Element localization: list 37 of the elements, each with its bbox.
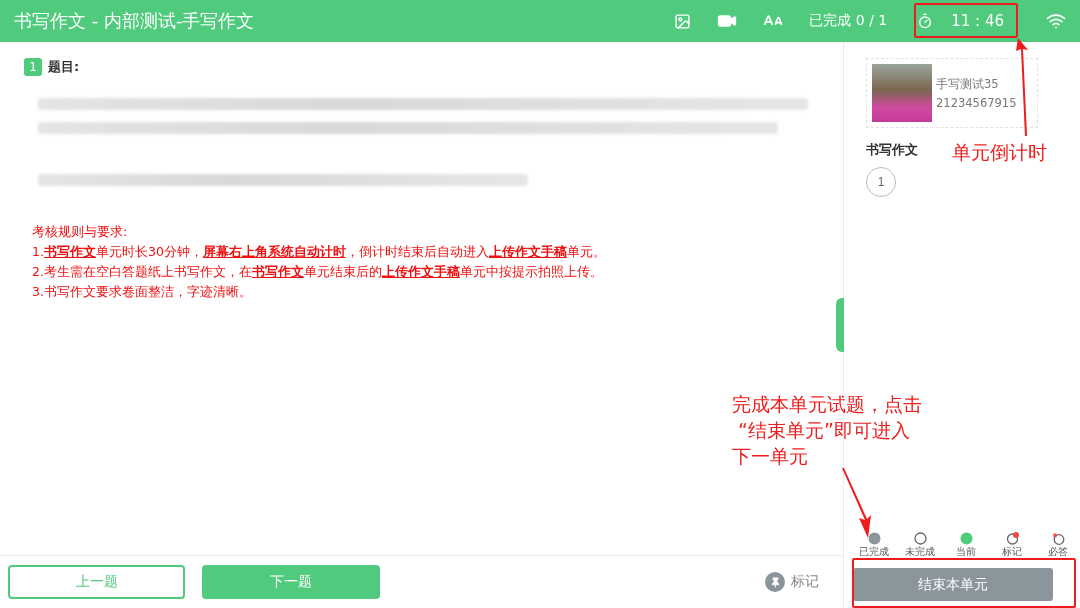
question-label: 题目:: [48, 58, 80, 76]
timer-icon: [917, 13, 934, 29]
legend-label: 标记: [1002, 546, 1022, 559]
question-number: 1: [24, 58, 42, 76]
annotation-text: 单元倒计时: [952, 140, 1047, 165]
filled-dot-icon: [959, 532, 973, 545]
photo-placeholder: [872, 64, 932, 122]
progress-count: 已完成 0 / 1: [809, 12, 888, 30]
section-title: 书写作文: [866, 141, 918, 159]
countdown-timer: 11 : 46: [951, 12, 1004, 30]
wifi-icon: [1046, 11, 1066, 31]
end-unit-button[interactable]: 结束本单元: [853, 568, 1053, 601]
mark-button[interactable]: 标记: [759, 571, 825, 593]
filled-dot-icon: [867, 532, 881, 545]
image-icon[interactable]: [674, 12, 692, 30]
arrow: [842, 468, 872, 538]
legend-label: 当前: [956, 546, 976, 559]
pin-icon: [765, 572, 785, 592]
collapse-handle[interactable]: [836, 298, 844, 352]
annotation-text: 完成本单元试题，点击: [732, 392, 922, 417]
annotation-text: “结束单元”即可进入: [737, 418, 910, 443]
rule-text: 3.书写作文要求卷面整洁，字迹清晰。: [32, 283, 253, 301]
candidate-name: 手写测试35: [936, 76, 1000, 92]
rule-text: 2.考生需在空白答题纸上书写作文，在书写作文单元结束后的上传作文手稿单元中按提示拍照上传。: [32, 263, 604, 281]
previous-button[interactable]: 上一题: [8, 565, 185, 599]
window-title: 书写作文 - 内部测试-手写作文: [14, 9, 256, 33]
hollow-circle-icon: [913, 532, 927, 545]
annotation-text: 下一单元: [732, 444, 808, 469]
legend-label: 必答: [1048, 546, 1068, 559]
legend-label: 已完成: [859, 546, 889, 559]
rules-title: 考核规则与要求:: [32, 223, 129, 241]
circle-with-dot-icon: [1005, 532, 1019, 545]
question-button[interactable]: 1: [866, 167, 896, 197]
legend-label: 未完成: [905, 546, 935, 559]
candidate-id: 21234567915: [936, 95, 1017, 110]
next-button[interactable]: 下一题: [202, 565, 380, 599]
rule-text: 1.书写作文单元时长30分钟，屏幕右上角系统自动计时，倒计时结束后自动进入上传作文手稿单元。: [32, 243, 607, 261]
